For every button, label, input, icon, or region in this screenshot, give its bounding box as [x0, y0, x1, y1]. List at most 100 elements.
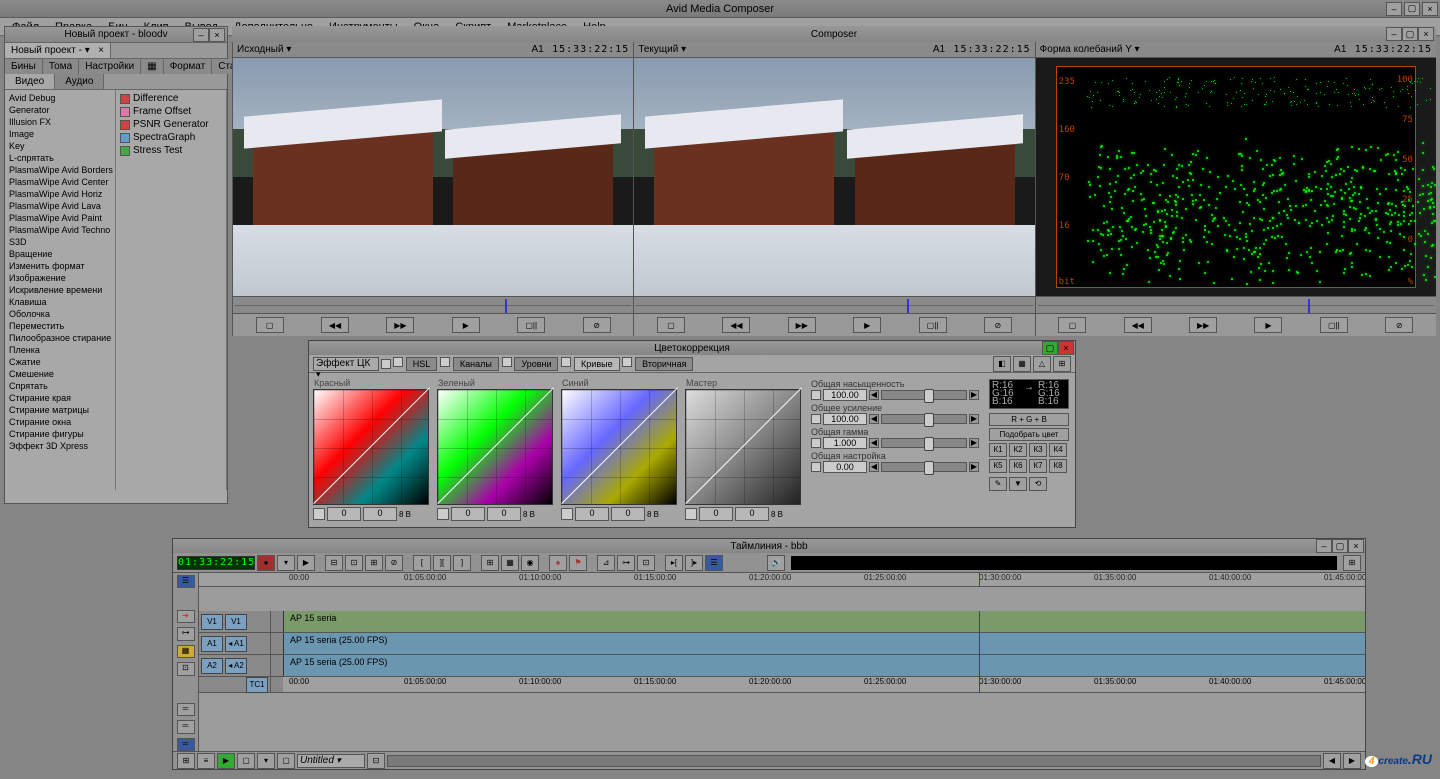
effect-category[interactable]: PlasmaWipe Avid Lava	[7, 200, 113, 212]
project-cat-tab[interactable]: Тома	[43, 59, 79, 74]
timeline-clip[interactable]: AP 15 seria (25.00 FPS)	[283, 655, 1365, 676]
effect-category[interactable]: PlasmaWipe Avid Techno	[7, 224, 113, 236]
tl-tool-play[interactable]: ▶	[297, 555, 315, 571]
effect-category[interactable]: Generator	[7, 104, 113, 116]
cc-tab-check[interactable]	[440, 357, 450, 367]
effect-category[interactable]: Оболочка	[7, 308, 113, 320]
effect-items[interactable]: DifferenceFrame OffsetPSNR GeneratorSpec…	[116, 90, 227, 490]
effect-category[interactable]: Стирание матрицы	[7, 404, 113, 416]
monitor-control[interactable]: ▶▶	[788, 317, 816, 333]
monitor-control[interactable]: ▢||	[1320, 317, 1348, 333]
effect-item[interactable]: Stress Test	[118, 144, 224, 157]
effect-category[interactable]: PlasmaWipe Avid Paint	[7, 212, 113, 224]
monitor-control[interactable]: ▶	[452, 317, 480, 333]
minimize-button[interactable]: –	[1386, 2, 1402, 16]
tl-b-icon8[interactable]: ◀	[1323, 753, 1341, 769]
tl-b-icon3[interactable]: ▶	[217, 753, 235, 769]
cc-slider-inc[interactable]: ▶	[969, 414, 979, 424]
track-button[interactable]: V1	[201, 614, 223, 630]
effect-category[interactable]: Клавиша	[7, 296, 113, 308]
cc-slider-inc[interactable]: ▶	[969, 462, 979, 472]
tl-mark-out[interactable]: ][	[433, 555, 451, 571]
cc-slider-dec[interactable]: ◀	[869, 438, 879, 448]
track-button[interactable]: A2	[201, 658, 223, 674]
tl-mark-clip[interactable]: ]	[453, 555, 471, 571]
monitor-control[interactable]: ▢||	[517, 317, 545, 333]
effect-category[interactable]: L-спрятать	[7, 152, 113, 164]
cc-slider-thumb[interactable]	[924, 437, 934, 451]
cc-num-input[interactable]: 0	[735, 507, 769, 521]
cc-slider-value[interactable]: 0.00	[823, 461, 867, 473]
effect-category[interactable]: Illusion FX	[7, 116, 113, 128]
tl-list-icon[interactable]: ☰	[705, 555, 723, 571]
timeline-clip[interactable]: AP 15 seria (25.00 FPS)	[283, 633, 1365, 654]
effect-category[interactable]: Стирание фигуры	[7, 428, 113, 440]
cc-num-check[interactable]	[561, 508, 573, 520]
cc-tab[interactable]: HSL	[406, 357, 438, 371]
cc-effect-dropdown[interactable]: Эффект ЦК ▾	[313, 357, 379, 371]
cc-tab-check[interactable]	[393, 357, 403, 367]
cc-k-button[interactable]: К8	[1049, 459, 1067, 473]
cc-num-input[interactable]: 0	[699, 507, 733, 521]
cc-tab[interactable]: Кривые	[574, 357, 620, 371]
cc-tab[interactable]: Вторичная	[635, 357, 693, 371]
tl-link-icon[interactable]: ⊶	[617, 555, 635, 571]
maximize-button[interactable]: ▢	[1404, 2, 1420, 16]
tl-tool-overwrite[interactable]: ⊞	[365, 555, 383, 571]
monitor-control[interactable]: ◀◀	[722, 317, 750, 333]
tl-flag-icon[interactable]: ⚑	[569, 555, 587, 571]
effect-category[interactable]: Пленка	[7, 344, 113, 356]
cc-slider-check[interactable]	[811, 414, 821, 424]
tc-track-button[interactable]: TC1	[246, 677, 268, 693]
project-cat-tab[interactable]: Формат	[164, 59, 213, 74]
tl-b-icon6[interactable]: ▢	[277, 753, 295, 769]
effect-item[interactable]: Frame Offset	[118, 105, 224, 118]
cc-tab[interactable]: Уровни	[514, 357, 558, 371]
monitor-track[interactable]	[1036, 296, 1436, 314]
project-cat-tab[interactable]: Настройки	[79, 59, 141, 74]
tl-b-icon4[interactable]: ▢	[237, 753, 255, 769]
cc-num-input[interactable]: 0	[575, 507, 609, 521]
project-cat-tab[interactable]: Бины	[5, 59, 43, 74]
cc-num-check[interactable]	[313, 508, 325, 520]
monitor-label[interactable]: Исходный ▾	[237, 44, 291, 55]
monitor-control[interactable]: ▢	[1058, 317, 1086, 333]
monitor-control[interactable]: ▢	[657, 317, 685, 333]
tl-mark-in[interactable]: [	[413, 555, 431, 571]
project-cat-tab[interactable]: ▦	[141, 59, 163, 74]
cc-reset-icon[interactable]: ⟲	[1029, 477, 1047, 491]
timeline-view-dropdown[interactable]: Untitled ▾	[297, 754, 365, 768]
cc-num-check[interactable]	[437, 508, 449, 520]
monitor-control[interactable]: ▶	[853, 317, 881, 333]
cc-slider-check[interactable]	[811, 390, 821, 400]
cc-k-button[interactable]: К1	[989, 443, 1007, 457]
effect-category[interactable]: PlasmaWipe Avid Horiz	[7, 188, 113, 200]
cc-slider-check[interactable]	[811, 438, 821, 448]
effect-category[interactable]: PlasmaWipe Avid Borders	[7, 164, 113, 176]
effect-category[interactable]: Стирание окна	[7, 416, 113, 428]
cc-num-check[interactable]	[685, 508, 697, 520]
cc-checkbox[interactable]	[381, 359, 391, 369]
cc-scope-icon[interactable]: ▦	[1013, 356, 1031, 372]
tl-track2-icon[interactable]: ═	[177, 720, 195, 733]
cc-slider-dec[interactable]: ◀	[869, 390, 879, 400]
timeline-main[interactable]: 00:0001:05:00:0001:10:00:0001:15:00:0001…	[199, 573, 1365, 751]
tl-track1-icon[interactable]: ═	[177, 703, 195, 716]
effect-item[interactable]: Difference	[118, 92, 224, 105]
cc-maximize[interactable]: ▢	[1042, 341, 1058, 355]
tl-view-icon[interactable]: ☰	[177, 575, 195, 588]
timeline-clip[interactable]: AP 15 seria	[283, 611, 1365, 632]
tl-b-icon2[interactable]: ≡	[197, 753, 215, 769]
monitor-control[interactable]: ⊘	[1385, 317, 1413, 333]
cc-slider-track[interactable]	[881, 414, 967, 424]
effect-category[interactable]: S3D	[7, 236, 113, 248]
cc-slider-track[interactable]	[881, 390, 967, 400]
monitor-control[interactable]: ◀◀	[1124, 317, 1152, 333]
tl-speaker-icon[interactable]: 🔊	[767, 555, 785, 571]
timeline-minimize[interactable]: –	[1316, 539, 1332, 553]
cc-num-input[interactable]: 0	[611, 507, 645, 521]
tl-b-icon7[interactable]: ⊡	[367, 753, 385, 769]
timeline-scrollbar[interactable]	[387, 755, 1321, 767]
tl-trim-icon[interactable]: ⊞	[481, 555, 499, 571]
cc-curve-canvas[interactable]	[437, 389, 553, 505]
